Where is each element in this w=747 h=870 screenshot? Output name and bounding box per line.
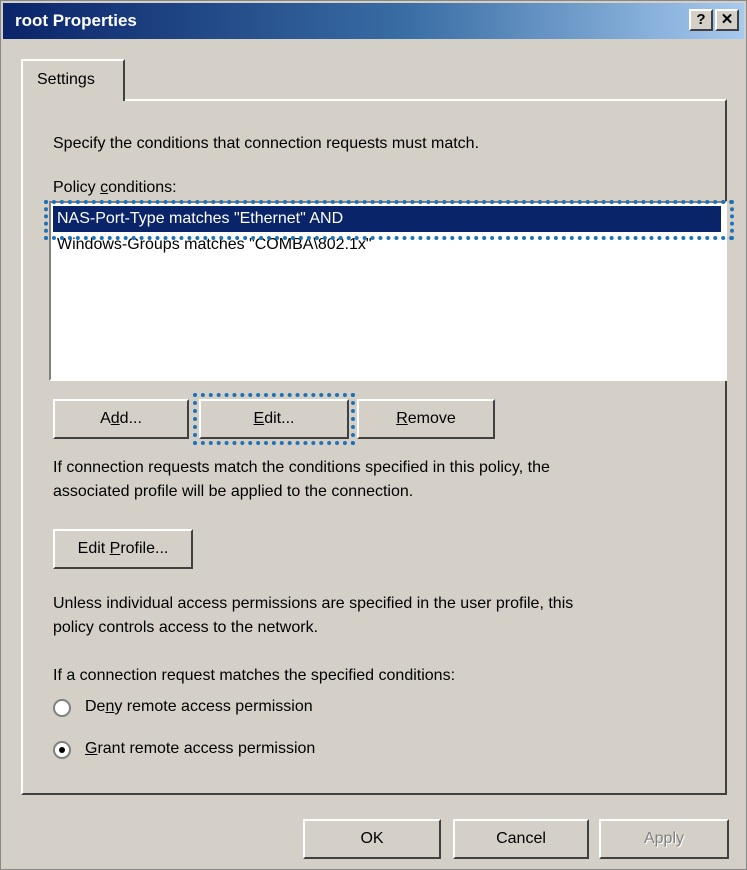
match-info-line1: If connection requests match the conditi… (53, 459, 550, 476)
add-button[interactable]: Add... (53, 399, 189, 439)
remove-button[interactable]: Remove (357, 399, 495, 439)
cancel-button[interactable]: Cancel (453, 819, 589, 859)
list-item[interactable]: Windows-Groups matches "COMBA\802.1x" (57, 232, 372, 258)
help-icon[interactable]: ? (689, 9, 713, 31)
edit-button[interactable]: Edit... (199, 399, 349, 439)
title-bar[interactable]: root Properties ? ✕ (3, 3, 744, 39)
close-icon[interactable]: ✕ (715, 9, 739, 31)
properties-dialog: root Properties ? ✕ Settings Specify the… (0, 0, 747, 870)
conditions-list[interactable]: NAS-Port-Type matches "Ethernet" AND Win… (49, 201, 727, 381)
deny-radio[interactable] (53, 699, 71, 717)
radio-group-label: If a connection request matches the spec… (53, 667, 456, 684)
grant-option-label[interactable]: Grant remote access permission (85, 740, 315, 758)
tab-settings-label: Settings (37, 71, 95, 88)
intro-text: Specify the conditions that connection r… (53, 135, 480, 152)
grant-radio[interactable] (53, 741, 71, 759)
tab-settings[interactable]: Settings (21, 59, 125, 101)
conditions-label: Policy conditions: (53, 179, 177, 196)
window-title: root Properties (15, 11, 137, 30)
match-info-line2: associated profile will be applied to th… (53, 483, 414, 500)
ok-button[interactable]: OK (303, 819, 441, 859)
edit-profile-button[interactable]: Edit Profile... (53, 529, 193, 569)
permissions-info-line1: Unless individual access permissions are… (53, 595, 574, 612)
deny-option-label[interactable]: Deny remote access permission (85, 698, 313, 716)
apply-button[interactable]: Apply (599, 819, 729, 859)
radio-selected-dot (59, 747, 65, 753)
list-item[interactable]: NAS-Port-Type matches "Ethernet" AND (53, 206, 721, 232)
permissions-info-line2: policy controls access to the network. (53, 619, 319, 636)
